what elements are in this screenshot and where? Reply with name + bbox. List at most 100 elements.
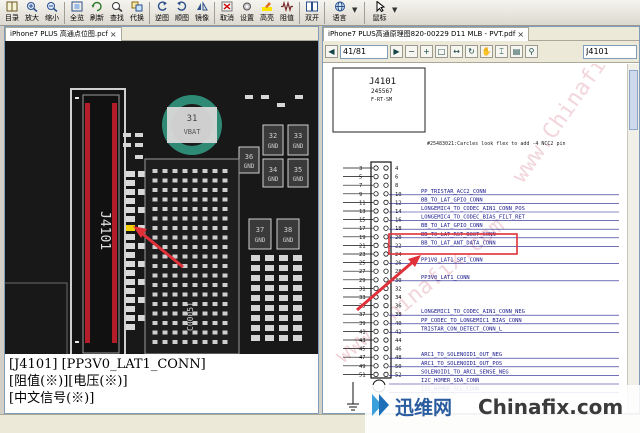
fit-width-icon[interactable]: ↔ (450, 45, 463, 58)
chip-label: C00051 (186, 302, 195, 331)
bga-ball (162, 311, 168, 316)
language-button[interactable]: 语言 (327, 0, 352, 26)
fit-page-icon[interactable]: □ (435, 45, 448, 58)
signal-label: BB_TO_LAT_GPIO_CONN (421, 197, 483, 203)
schematic-pin (383, 182, 389, 188)
mirror-button[interactable]: 镜像 (192, 0, 212, 26)
zoom-in-icon[interactable]: + (420, 45, 433, 58)
vertical-scrollbar[interactable] (627, 64, 639, 413)
prev-page-icon[interactable]: ◀ (325, 45, 338, 58)
bga-ball (212, 302, 218, 306)
bga-ball (202, 188, 208, 192)
fit-button[interactable]: 全览 (67, 0, 87, 26)
schematic-pin (373, 174, 379, 180)
cursor-button[interactable]: 鼠标 (367, 0, 392, 26)
forward-button[interactable]: 顺图 (172, 0, 192, 26)
cancel-label: 取消 (220, 14, 234, 22)
settings-icon (243, 2, 251, 11)
bga-ball (162, 264, 168, 268)
smd-pad (279, 255, 288, 261)
pin-number: 5 (359, 175, 362, 181)
close-icon[interactable]: × (110, 28, 117, 41)
dual-open-button[interactable]: 双开 (302, 0, 322, 26)
next-page-icon[interactable]: ▶ (390, 45, 403, 58)
pad-number: 37 (256, 226, 264, 234)
bga-ball (152, 311, 158, 316)
close-icon[interactable]: × (517, 28, 524, 41)
search-icon[interactable]: ⚲ (525, 45, 538, 58)
bga-ball (172, 169, 178, 173)
bga-ball (192, 245, 198, 249)
gnd-label: GND (244, 163, 255, 170)
print-icon[interactable]: ▤ (510, 45, 523, 58)
reverse-button[interactable]: 逆图 (152, 0, 172, 26)
hand-icon[interactable]: ✋ (480, 45, 493, 58)
cursor-dropdown-icon[interactable]: ▼ (392, 6, 402, 14)
settings-button[interactable]: 设置 (237, 0, 257, 26)
zoom-out-icon[interactable]: − (405, 45, 418, 58)
cursor-label: 鼠标 (372, 14, 387, 22)
cancel-button[interactable]: 取消 (217, 0, 237, 26)
signal-label: LONGEMIC1_TO_CODEC_AIN1_CONN_NEG (421, 309, 525, 315)
pin-number: 45 (359, 347, 366, 353)
schematic-pin (383, 225, 389, 231)
schematic-pin (383, 234, 389, 240)
pin-number: 31 (359, 286, 366, 292)
rotate-icon[interactable]: ↻ (465, 45, 478, 58)
signal-label: PP_TRISTAR_ACC2_CONN (421, 189, 486, 195)
language-dropdown-icon[interactable]: ▼ (352, 6, 362, 14)
smd-pad (251, 325, 260, 331)
board-tab[interactable]: iPhone7 PLUS 高通点位图.pcf × (5, 27, 122, 41)
pin-number: 17 (359, 226, 366, 232)
pdf-nav-bar: ◀ ▶ − + □ ↔ ↻ ✋ ⌶ ▤ ⚲ (323, 41, 639, 63)
bga-ball (192, 264, 198, 268)
smd-pad (279, 305, 288, 311)
replace-icon (131, 1, 143, 12)
toc-button[interactable]: 目录 (2, 0, 22, 26)
bga-ball (222, 188, 228, 192)
signal-label: TRISTAR_CON_DETECT_CONN_L (421, 326, 502, 332)
pin-number: 46 (395, 347, 402, 353)
language-icon (334, 1, 345, 12)
page-input[interactable] (340, 44, 388, 59)
smd-pad (293, 285, 302, 291)
pdf-tab-bar: iPhone7 PLUS高通原理图820-00229 D11 MLB - PVT… (323, 27, 639, 41)
highlight-button[interactable]: 高亮 (257, 0, 277, 26)
scrollbar-thumb[interactable] (629, 70, 638, 130)
smd-pad (251, 255, 260, 261)
bga-ball (212, 178, 218, 183)
schematic-pin (373, 208, 379, 214)
schematic-pin (373, 251, 379, 257)
find-input[interactable] (583, 44, 637, 59)
smd-pad (279, 285, 288, 291)
ref-designator: J4101 (369, 77, 396, 87)
bga-ball (212, 216, 218, 221)
refresh-button[interactable]: 刷新 (87, 0, 107, 26)
cursor-icon (376, 1, 385, 12)
bga-ball (182, 283, 188, 287)
zoom-out-button[interactable]: 缩小 (42, 0, 62, 26)
bga-ball (202, 273, 208, 278)
zoom-in-button[interactable]: 放大 (22, 0, 42, 26)
pdf-tab[interactable]: iPhone7 PLUS高通原理图820-00229 D11 MLB - PVT… (323, 27, 530, 41)
bga-ball (192, 188, 198, 192)
pin-number: 24 (395, 252, 402, 258)
info-signal-line: [中文信号(※)] (9, 391, 95, 406)
board-canvas[interactable]: J4101 31 VBAT 32 GND 33 GND 34 GND 35 GN… (5, 41, 318, 354)
pin-number: 9 (359, 192, 362, 198)
bga-ball (172, 264, 178, 268)
bga-ball (162, 197, 168, 202)
pdf-page[interactable]: www.Chinafix.com www.Chinafix.com J4101 … (323, 64, 639, 413)
bga-ball (182, 321, 188, 325)
replace-button[interactable]: 代换 (127, 0, 147, 26)
pin-number: 39 (359, 321, 366, 327)
bga-ball (182, 273, 188, 278)
highlighted-pin[interactable] (126, 225, 135, 231)
resistance-button[interactable]: 阻值 (277, 0, 297, 26)
bga-ball (182, 254, 188, 259)
smd-pad (265, 305, 274, 311)
select-icon[interactable]: ⌶ (495, 45, 508, 58)
info-box: [J4101] [PP3V0_LAT1_CONN] [阻值(※)][电压(※)]… (5, 354, 318, 413)
find-button[interactable]: 查找 (107, 0, 127, 26)
bga-ball (202, 292, 208, 297)
